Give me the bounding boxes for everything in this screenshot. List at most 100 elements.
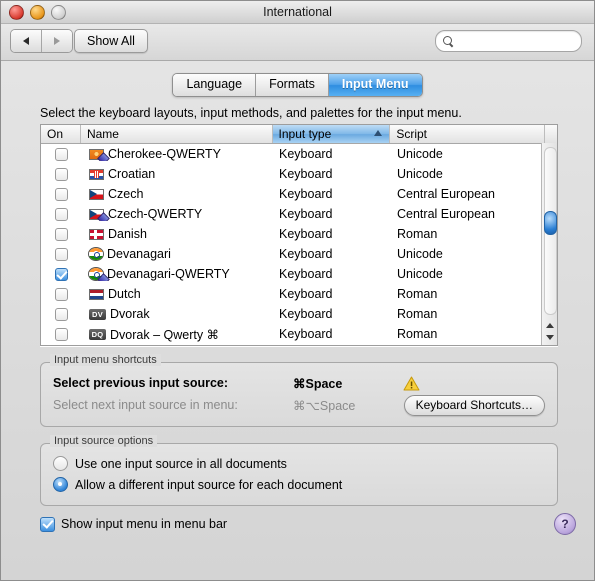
forward-button[interactable] bbox=[42, 30, 72, 52]
column-header-spacer bbox=[545, 125, 557, 143]
table-header-row: On Name Input type Script bbox=[41, 125, 557, 144]
table-row[interactable]: Czech Keyboard Central European bbox=[41, 184, 557, 204]
row-enable-cell bbox=[41, 267, 81, 281]
row-input-type-cell: Keyboard bbox=[279, 307, 333, 321]
window-controls bbox=[9, 5, 66, 20]
caret-down-icon bbox=[545, 334, 554, 340]
row-script-cell: Central European bbox=[397, 207, 495, 221]
minimize-button[interactable] bbox=[30, 5, 45, 20]
row-checkbox[interactable] bbox=[54, 267, 68, 281]
table-body: Cherokee-QWERTY Keyboard Unicode Croatian Ke… bbox=[41, 144, 557, 344]
table-row[interactable]: Dutch Keyboard Roman bbox=[41, 284, 557, 304]
column-header-script[interactable]: Script bbox=[390, 125, 545, 143]
row-enable-cell bbox=[41, 187, 81, 201]
help-button[interactable]: ? bbox=[554, 513, 576, 535]
row-checkbox[interactable] bbox=[54, 247, 68, 261]
row-name-label: Devanagari-QWERTY bbox=[107, 267, 230, 281]
row-enable-cell bbox=[41, 287, 81, 301]
input-menu-shortcuts-title: Input menu shortcuts bbox=[50, 354, 161, 366]
row-checkbox[interactable] bbox=[54, 327, 68, 341]
radio-icon-per-document[interactable] bbox=[53, 477, 68, 492]
flag-cherokee-icon bbox=[89, 148, 110, 161]
window-title: International bbox=[263, 5, 332, 19]
search-input[interactable] bbox=[458, 33, 574, 49]
row-checkbox[interactable] bbox=[54, 187, 68, 201]
row-name-label: Dvorak bbox=[110, 307, 150, 321]
row-input-type-cell: Keyboard bbox=[279, 147, 333, 161]
table-row[interactable]: DQ Dvorak – Qwerty ⌘ Keyboard Roman bbox=[41, 324, 557, 344]
row-checkbox[interactable] bbox=[54, 207, 68, 221]
row-name-label: Danish bbox=[108, 227, 147, 241]
row-name-cell: Czech bbox=[81, 187, 273, 201]
flag-india-icon bbox=[89, 268, 110, 281]
row-checkbox[interactable] bbox=[54, 227, 68, 241]
radio-icon-one-source[interactable] bbox=[53, 456, 68, 471]
column-header-input-type[interactable]: Input type bbox=[272, 125, 391, 143]
row-name-cell: Devanagari-QWERTY bbox=[81, 267, 273, 281]
table-row[interactable]: Danish Keyboard Roman bbox=[41, 224, 557, 244]
table-row[interactable]: Croatian Keyboard Unicode bbox=[41, 164, 557, 184]
instruction-text: Select the keyboard layouts, input metho… bbox=[40, 106, 462, 120]
radio-label-one-source: Use one input source in all documents bbox=[75, 456, 287, 471]
row-input-type-cell: Keyboard bbox=[279, 227, 333, 241]
flag-netherlands-icon bbox=[89, 288, 104, 300]
table-row[interactable]: DV Dvorak Keyboard Roman bbox=[41, 304, 557, 324]
row-enable-cell bbox=[41, 327, 81, 341]
row-input-type-cell: Keyboard bbox=[279, 187, 333, 201]
row-checkbox[interactable] bbox=[54, 287, 68, 301]
row-checkbox[interactable] bbox=[54, 307, 68, 321]
tab-language[interactable]: Language bbox=[173, 74, 257, 96]
table-row[interactable]: Devanagari Keyboard Unicode bbox=[41, 244, 557, 264]
row-checkbox[interactable] bbox=[54, 147, 68, 161]
flag-czech-icon bbox=[89, 208, 110, 221]
column-header-on[interactable]: On bbox=[41, 125, 81, 143]
show-input-menu-checkbox[interactable] bbox=[40, 516, 55, 532]
scrollbar-thumb[interactable] bbox=[544, 211, 557, 235]
navigation-segmented-control bbox=[10, 29, 73, 53]
caret-up-icon bbox=[545, 322, 554, 328]
row-name-label: Czech bbox=[108, 187, 144, 201]
zoom-button bbox=[51, 5, 66, 20]
keyboard-shortcuts-button[interactable]: Keyboard Shortcuts… bbox=[403, 394, 545, 416]
row-name-label: Croatian bbox=[108, 167, 156, 181]
row-script-cell: Unicode bbox=[397, 167, 443, 181]
search-field[interactable] bbox=[435, 30, 582, 52]
show-input-menu-label: Show input menu in menu bar bbox=[61, 517, 228, 531]
row-checkbox[interactable] bbox=[54, 167, 68, 181]
row-name-label: Czech-QWERTY bbox=[108, 207, 203, 221]
title-bar: International bbox=[1, 1, 594, 24]
close-button[interactable] bbox=[9, 5, 24, 20]
row-name-label: Devanagari bbox=[107, 247, 171, 261]
row-enable-cell bbox=[41, 247, 81, 261]
show-all-button[interactable]: Show All bbox=[74, 29, 148, 53]
row-input-type-cell: Keyboard bbox=[279, 327, 333, 341]
row-script-cell: Unicode bbox=[397, 267, 443, 281]
row-name-label: Dutch bbox=[108, 287, 141, 301]
table-row[interactable]: Cherokee-QWERTY Keyboard Unicode bbox=[41, 144, 557, 164]
row-input-type-cell: Keyboard bbox=[279, 207, 333, 221]
back-button[interactable] bbox=[11, 30, 42, 52]
column-header-input-type-label: Input type bbox=[278, 127, 332, 141]
radio-option-per-document[interactable]: Allow a different input source for each … bbox=[53, 474, 545, 495]
table-row[interactable]: Devanagari-QWERTY Keyboard Unicode bbox=[41, 264, 557, 284]
radio-label-per-document: Allow a different input source for each … bbox=[75, 477, 343, 492]
table-scrollbar[interactable] bbox=[541, 143, 557, 345]
shortcut-key-previous: ⌘Space bbox=[293, 376, 343, 391]
tab-input-menu[interactable]: Input Menu bbox=[328, 74, 422, 96]
row-name-cell: Danish bbox=[81, 227, 273, 241]
shortcut-row-next: Select next input source in menu: ⌘⌥Spac… bbox=[53, 394, 545, 416]
badge-dv-icon: DV bbox=[89, 308, 106, 320]
warning-triangle-icon bbox=[403, 376, 420, 391]
shortcut-label-next: Select next input source in menu: bbox=[53, 398, 238, 412]
row-name-cell: Cherokee-QWERTY bbox=[81, 147, 273, 161]
row-name-cell: Croatian bbox=[81, 167, 273, 181]
scroll-up-button[interactable] bbox=[542, 319, 557, 331]
table-row[interactable]: Czech-QWERTY Keyboard Central European bbox=[41, 204, 557, 224]
tab-bar: Language Formats Input Menu bbox=[1, 73, 594, 97]
radio-option-one-source[interactable]: Use one input source in all documents bbox=[53, 453, 545, 474]
tab-formats[interactable]: Formats bbox=[256, 74, 329, 96]
column-header-name[interactable]: Name bbox=[81, 125, 273, 143]
scroll-down-button[interactable] bbox=[542, 331, 557, 343]
shortcut-row-previous: Select previous input source: ⌘Space bbox=[53, 372, 545, 394]
input-menu-shortcuts-group: Input menu shortcuts Select previous inp… bbox=[40, 354, 558, 427]
